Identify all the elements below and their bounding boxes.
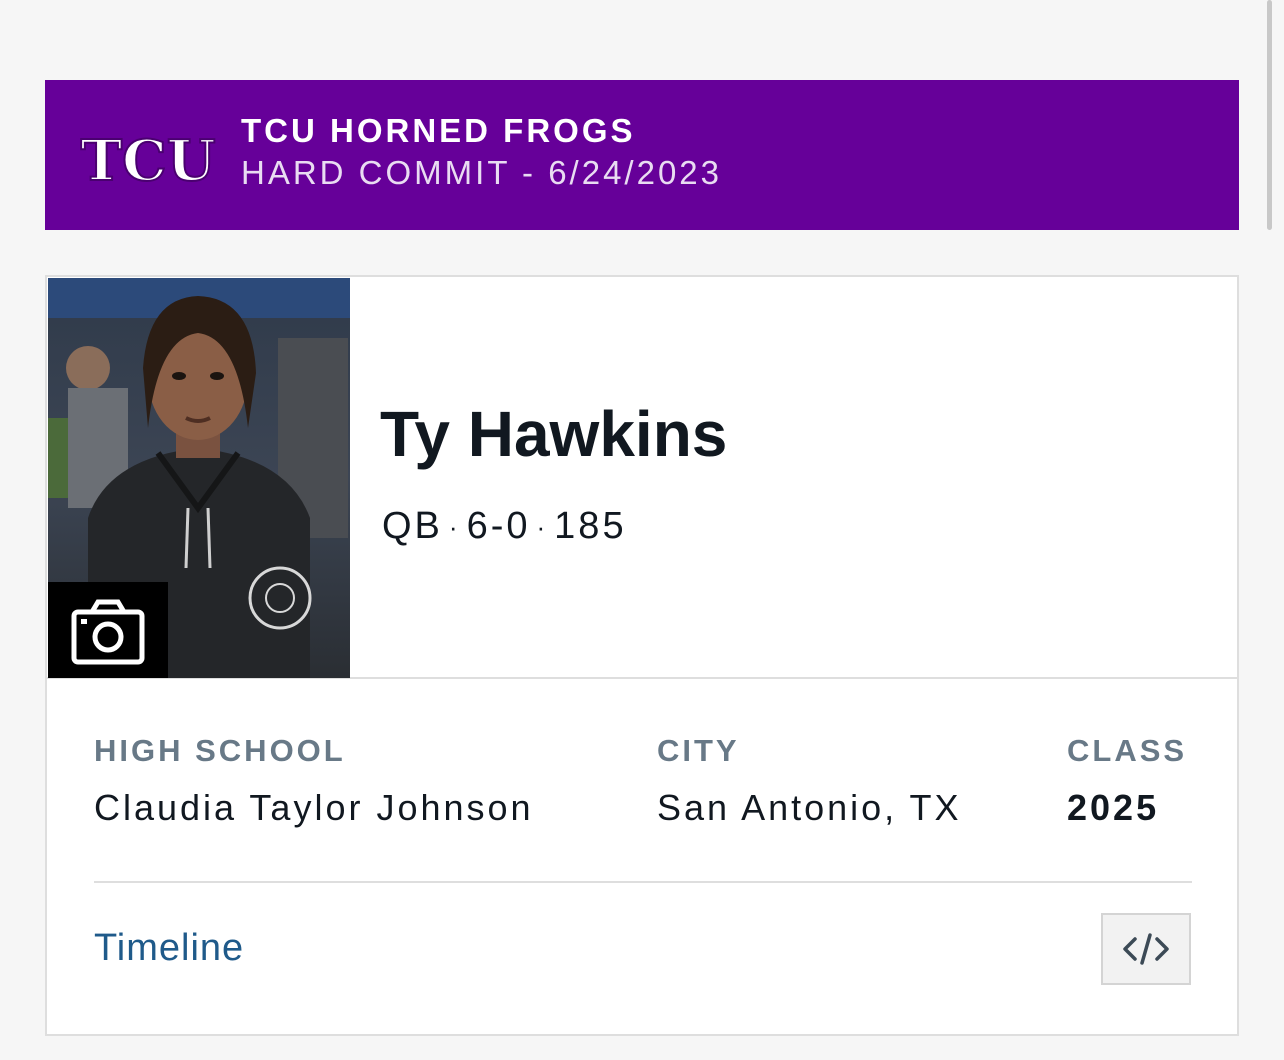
separator-dot: · [448,512,461,543]
player-header: Ty Hawkins QB · 6-0 · 185 [47,277,1237,679]
high-school-value[interactable]: Claudia Taylor Johnson [94,787,534,829]
city-label: CITY [657,733,740,768]
tcu-logo-text: TCU [80,128,215,194]
player-card: Ty Hawkins QB · 6-0 · 185 HIGH SCHOOL Claudi… [45,275,1239,1036]
tcu-logo: TCU [80,127,216,195]
page-scrollbar[interactable] [1267,0,1272,230]
camera-icon [71,599,145,665]
player-photo[interactable] [48,278,350,678]
player-position: QB [382,505,443,547]
commit-status: HARD COMMIT - 6/24/2023 [241,154,723,191]
class-label: CLASS [1067,733,1188,768]
timeline-link[interactable]: Timeline [94,927,244,970]
player-measurables: QB · 6-0 · 185 [382,505,627,548]
photo-gallery-button[interactable] [48,582,168,678]
commit-banner: TCU TCU HORNED FROGS HARD COMMIT - 6/24/… [45,80,1239,230]
team-name: TCU HORNED FROGS [241,112,636,149]
card-divider [94,881,1192,883]
class-value: 2025 [1067,787,1160,828]
banner-text: TCU HORNED FROGS HARD COMMIT - 6/24/2023 [241,110,722,194]
player-height: 6-0 [466,505,531,547]
high-school-label: HIGH SCHOOL [94,733,346,768]
embed-button[interactable] [1101,913,1191,985]
player-weight: 185 [554,505,627,547]
code-icon [1123,933,1169,965]
player-name[interactable]: Ty Hawkins [380,397,727,471]
separator-dot: · [536,512,549,543]
city-value: San Antonio, TX [657,787,962,828]
